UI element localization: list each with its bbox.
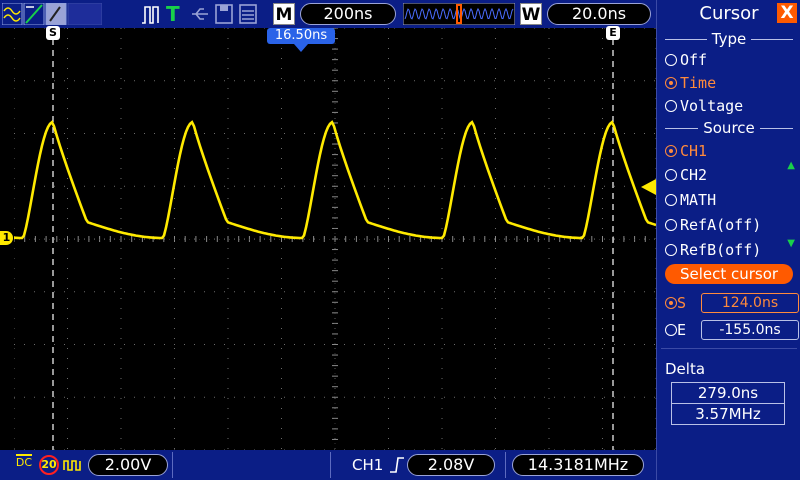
- timebase-value[interactable]: 200ns: [300, 3, 396, 25]
- trigger-status-label: T: [166, 2, 180, 26]
- print-icon: [239, 4, 257, 24]
- radio-icon: [665, 244, 677, 256]
- radio-icon: [665, 169, 677, 181]
- mode-indicator[interactable]: M: [273, 3, 295, 25]
- ch1-ground-marker[interactable]: 1: [0, 231, 13, 245]
- radio-selected-icon: [665, 297, 677, 309]
- delta-frequency-value: 3.57MHz: [671, 403, 785, 425]
- status-icons: [192, 4, 257, 24]
- acquire-wave-icon: [63, 460, 81, 471]
- radio-selected-icon: [665, 145, 677, 157]
- ch1-volts-div[interactable]: 2.00V: [88, 454, 168, 476]
- scroll-up-icon[interactable]: ▲: [787, 160, 795, 171]
- save-icon: [215, 4, 233, 24]
- radio-icon: [665, 194, 677, 206]
- source-heading: Source: [657, 119, 800, 137]
- trigger-source[interactable]: CH1: [352, 454, 383, 476]
- trigger-level[interactable]: 2.08V: [407, 454, 495, 476]
- source-option-ch1[interactable]: CH1: [665, 141, 707, 161]
- radio-icon: [665, 324, 677, 336]
- rising-edge-icon: [390, 457, 404, 473]
- toolbar-icon-group: [2, 3, 102, 25]
- usb-icon: [192, 8, 208, 20]
- type-option-time[interactable]: Time: [665, 73, 716, 93]
- source-option-math[interactable]: MATH: [665, 190, 716, 210]
- top-toolbar: T M 200ns W 20.0ns: [0, 0, 656, 28]
- type-heading: Type: [657, 30, 800, 48]
- radio-icon: [665, 219, 677, 231]
- trigger-position-label[interactable]: 16.50ns: [267, 28, 335, 44]
- waveform-svg: [14, 28, 656, 450]
- ch1-trace: [14, 120, 656, 240]
- scroll-down-icon[interactable]: ▼: [787, 238, 795, 249]
- memory-position-bar[interactable]: [403, 3, 515, 25]
- trigger-position-arrow: [294, 44, 308, 52]
- coupling-indicator[interactable]: DC: [14, 454, 34, 468]
- source-option-refb[interactable]: RefB(off): [665, 240, 761, 260]
- blank-slot-icon: [67, 3, 102, 25]
- radio-icon: [665, 54, 677, 66]
- waveform-icon: [2, 3, 23, 25]
- source-option-refa[interactable]: RefA(off): [665, 215, 761, 235]
- delta-time-value: 279.0ns: [671, 382, 785, 404]
- radio-icon: [665, 100, 677, 112]
- cursor-s-marker[interactable]: S: [46, 26, 60, 40]
- close-button[interactable]: X: [777, 3, 797, 23]
- pulse-icon: [142, 6, 159, 24]
- delta-heading: Delta: [665, 360, 706, 378]
- graticule: [14, 28, 656, 450]
- trigger-level-marker: [641, 179, 656, 195]
- waveform-display: [14, 28, 656, 450]
- type-option-off[interactable]: Off: [665, 50, 707, 70]
- cursor-e-value[interactable]: -155.0ns: [701, 320, 799, 340]
- type-option-voltage[interactable]: Voltage: [665, 96, 743, 116]
- source-option-ch2[interactable]: CH2: [665, 165, 707, 185]
- cursor-e-marker[interactable]: E: [606, 26, 620, 40]
- cursor-s-value[interactable]: 124.0ns: [701, 293, 799, 313]
- bottom-status-bar: DC 20 2.00V CH1 2.08V 14.3181MHz: [0, 450, 656, 480]
- window-mode-indicator[interactable]: W: [520, 3, 542, 25]
- cursor-e-row[interactable]: E -155.0ns: [665, 319, 800, 341]
- bandwidth-limit-badge[interactable]: 20: [39, 455, 59, 475]
- cursor-menu-panel: Cursor X Type Off Time Voltage Source CH…: [656, 0, 800, 480]
- cursor-s-row[interactable]: S 124.0ns: [665, 292, 800, 314]
- select-cursor-header[interactable]: Select cursor: [665, 264, 793, 284]
- coupling-label: DC: [15, 456, 33, 469]
- frequency-counter: 14.3181MHz: [512, 454, 644, 476]
- radio-selected-icon: [665, 77, 677, 89]
- window-value[interactable]: 20.0ns: [547, 3, 651, 25]
